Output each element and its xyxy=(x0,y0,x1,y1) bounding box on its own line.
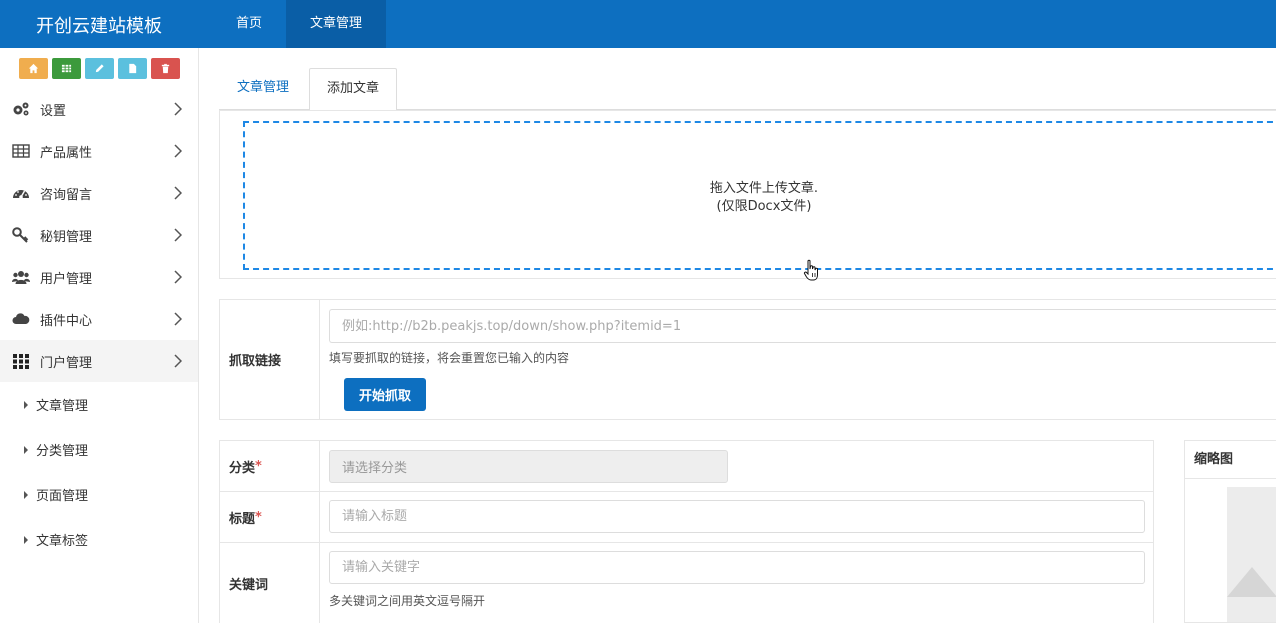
sidebar-subitem-article-tags[interactable]: 文章标签 xyxy=(0,517,198,562)
chevron-right-icon xyxy=(174,102,182,116)
nav-home[interactable]: 首页 xyxy=(212,0,286,48)
sidebar-item-inquiries[interactable]: 咨询留言 xyxy=(0,172,198,214)
sidebar-subitem-article-management[interactable]: 文章管理 xyxy=(0,382,198,427)
chevron-right-icon xyxy=(174,270,182,284)
sidebar: 设置 产品属性 咨询留言 秘钥管理 用户管理 插件中心 门户管理 文章管理 分类… xyxy=(0,48,199,623)
sidebar-item-settings[interactable]: 设置 xyxy=(0,88,198,130)
home-icon xyxy=(28,63,38,73)
category-label-text: 分类 xyxy=(229,460,256,476)
delete-button[interactable] xyxy=(150,57,180,79)
thumbnail-placeholder-image[interactable] xyxy=(1227,487,1276,622)
sidebar-item-label: 秘钥管理 xyxy=(40,229,93,245)
sidebar-item-label: 用户管理 xyxy=(40,271,93,287)
quick-actions xyxy=(0,48,198,88)
nav-article-management[interactable]: 文章管理 xyxy=(286,0,387,48)
sidebar-item-label: 门户管理 xyxy=(40,355,93,371)
title-label-text: 标题 xyxy=(229,511,256,527)
title-input[interactable] xyxy=(329,500,1145,533)
sidebar-item-label: 咨询留言 xyxy=(40,187,93,203)
image-placeholder-icon xyxy=(1227,567,1276,597)
edit-button[interactable] xyxy=(84,57,114,79)
fetch-link-help: 填写要抓取的链接，将会重置您已输入的内容 xyxy=(329,351,570,365)
sidebar-item-key-management[interactable]: 秘钥管理 xyxy=(0,214,198,256)
category-row: 分类 * 请选择分类 xyxy=(220,441,1153,492)
sidebar-item-plugin-center[interactable]: 插件中心 xyxy=(0,298,198,340)
hand-cursor-icon xyxy=(803,259,818,281)
sidebar-item-product-attributes[interactable]: 产品属性 xyxy=(0,130,198,172)
title-label: 标题 * xyxy=(220,492,320,542)
keywords-input[interactable] xyxy=(329,551,1145,584)
grid-icon xyxy=(61,64,71,72)
table-icon xyxy=(12,142,30,160)
required-mark: * xyxy=(255,509,262,525)
caret-right-icon xyxy=(24,445,28,454)
gears-icon xyxy=(12,100,30,118)
caret-right-icon xyxy=(24,535,28,544)
sidebar-subitem-label: 文章管理 xyxy=(36,399,89,414)
dropzone-hint: (仅限Docx文件) xyxy=(716,198,812,214)
trash-icon xyxy=(161,63,169,73)
article-form: 分类* 请选择分类 标题* 关键词 多关键词之间用英文逗号隔开 xyxy=(219,440,1154,623)
sidebar-item-label: 产品属性 xyxy=(40,145,93,161)
home-button[interactable] xyxy=(18,57,48,79)
fetch-link-label: 抓取链接 xyxy=(220,300,320,419)
chevron-right-icon xyxy=(174,354,182,368)
chevron-right-icon xyxy=(174,186,182,200)
sidebar-subitem-label: 文章标签 xyxy=(36,534,89,549)
keywords-row: 关键词 多关键词之间用英文逗号隔开 xyxy=(220,543,1153,623)
sidebar-subitem-category-management[interactable]: 分类管理 xyxy=(0,427,198,472)
required-mark: * xyxy=(255,458,262,474)
apps-grid-icon xyxy=(12,352,30,370)
caret-right-icon xyxy=(24,400,28,409)
file-icon xyxy=(128,63,136,73)
fetch-link-input[interactable] xyxy=(329,309,1276,343)
cloud-icon xyxy=(12,310,30,328)
keywords-label: 关键词 xyxy=(220,543,320,623)
grid-button[interactable] xyxy=(51,57,81,79)
tab-article-management[interactable]: 文章管理 xyxy=(219,68,307,110)
chevron-right-icon xyxy=(174,144,182,158)
sidebar-subitem-label: 分类管理 xyxy=(36,444,89,459)
fetch-link-panel: 抓取链接 填写要抓取的链接，将会重置您已输入的内容 开始抓取 xyxy=(219,299,1276,420)
sidebar-item-label: 插件中心 xyxy=(40,313,93,329)
dashboard-icon xyxy=(12,184,30,202)
sidebar-item-portal-management[interactable]: 门户管理 xyxy=(0,340,198,382)
keywords-help: 多关键词之间用英文逗号隔开 xyxy=(329,594,486,608)
pencil-icon xyxy=(95,63,104,72)
top-navbar: 开创云建站模板 首页 文章管理 xyxy=(0,0,1276,48)
thumbnail-label: 缩略图 xyxy=(1185,441,1276,479)
sidebar-item-label: 设置 xyxy=(40,103,67,119)
top-nav: 首页 文章管理 xyxy=(212,0,387,48)
brand-title[interactable]: 开创云建站模板 xyxy=(36,12,162,38)
chevron-right-icon xyxy=(174,228,182,242)
users-icon xyxy=(12,268,30,286)
title-row: 标题 * xyxy=(220,492,1153,543)
thumbnail-panel: 缩略图 xyxy=(1184,440,1276,623)
tab-add-article[interactable]: 添加文章 xyxy=(309,68,397,111)
sidebar-item-user-management[interactable]: 用户管理 xyxy=(0,256,198,298)
dropzone-text: 拖入文件上传文章. xyxy=(709,180,819,196)
chevron-right-icon xyxy=(174,312,182,326)
content-tabs: 文章管理 添加文章 xyxy=(219,68,1276,111)
docx-dropzone[interactable]: 拖入文件上传文章. (仅限Docx文件) xyxy=(243,121,1276,270)
category-select[interactable]: 请选择分类 xyxy=(329,450,728,483)
key-icon xyxy=(12,226,30,244)
caret-right-icon xyxy=(24,490,28,499)
start-fetch-button[interactable]: 开始抓取 xyxy=(344,378,426,411)
upload-panel: 拖入文件上传文章. (仅限Docx文件) xyxy=(219,110,1276,279)
file-button[interactable] xyxy=(117,57,147,79)
sidebar-subitem-label: 页面管理 xyxy=(36,489,89,504)
sidebar-subitem-page-management[interactable]: 页面管理 xyxy=(0,472,198,517)
category-label: 分类 * xyxy=(220,441,320,491)
